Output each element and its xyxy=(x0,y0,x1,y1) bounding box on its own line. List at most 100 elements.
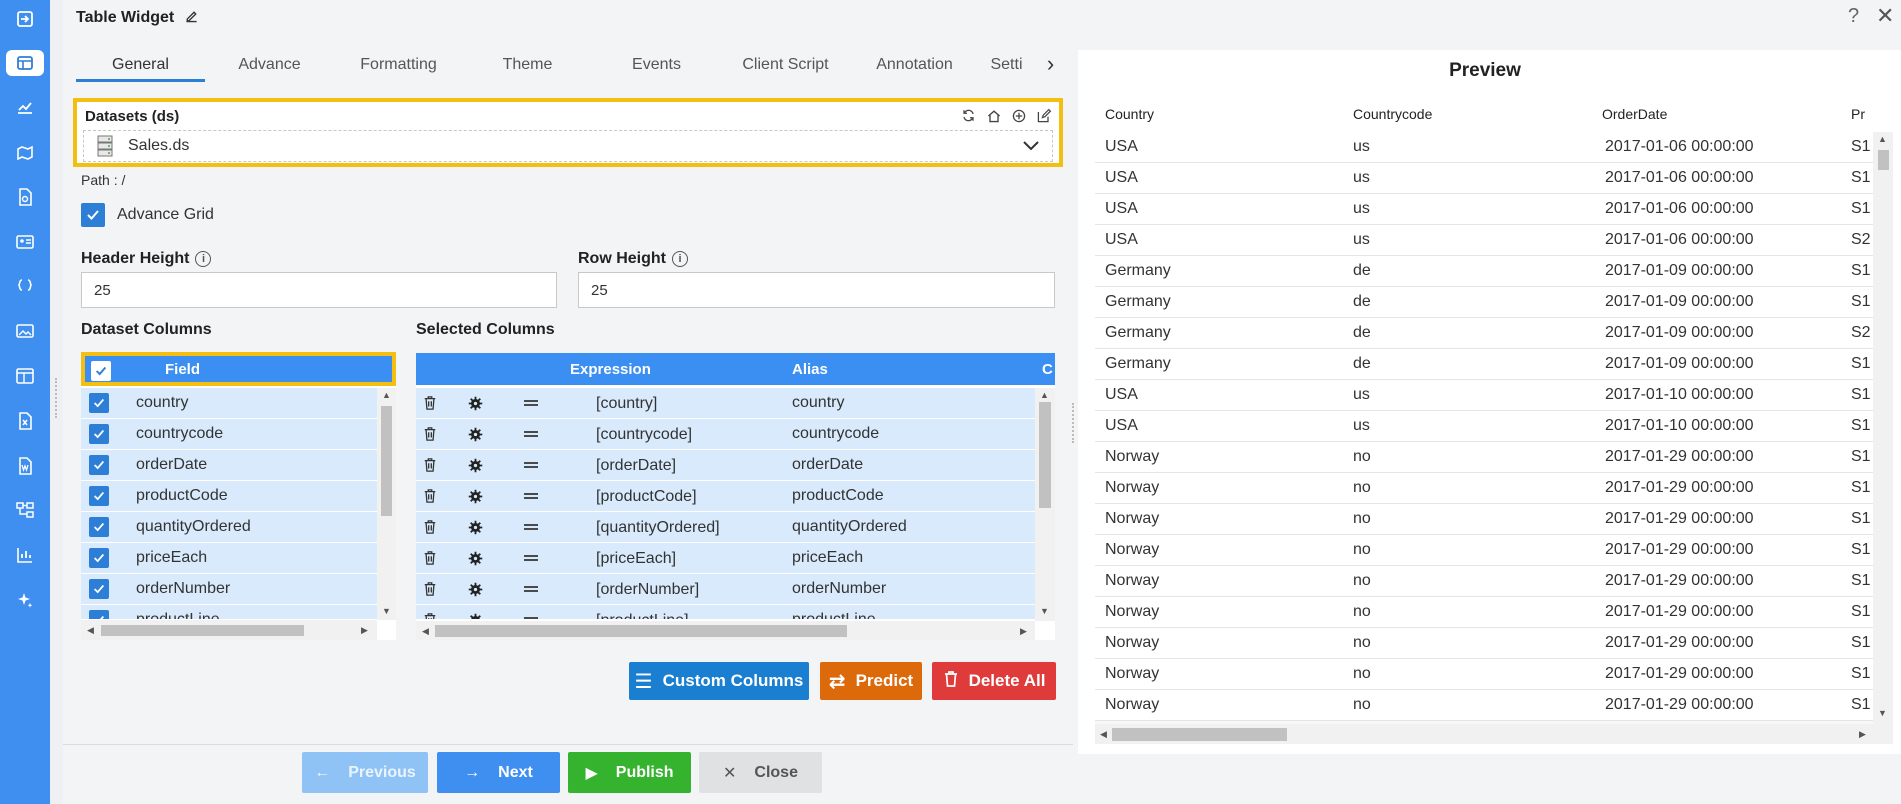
table-row[interactable]: Norway no 2017-01-29 00:00:00 S1 xyxy=(1095,566,1873,597)
scroll-right-icon[interactable]: ▶ xyxy=(1859,729,1866,740)
dataset-select[interactable]: Sales.ds xyxy=(83,130,1053,162)
list-item[interactable]: orderNumber xyxy=(81,574,377,605)
info-icon[interactable]: i xyxy=(672,251,688,267)
select-all-checkbox[interactable] xyxy=(91,361,111,381)
scroll-thumb[interactable] xyxy=(101,625,304,636)
home-icon[interactable] xyxy=(984,106,1003,125)
header-height-input[interactable] xyxy=(81,272,557,308)
table-widget-icon[interactable] xyxy=(6,50,44,76)
drag-handle-icon[interactable] xyxy=(522,487,540,505)
table-row[interactable]: Norway no 2017-01-29 00:00:00 S1 xyxy=(1095,597,1873,628)
scroll-left-icon[interactable]: ◀ xyxy=(87,625,94,636)
row-height-input[interactable] xyxy=(578,272,1055,308)
scroll-down-icon[interactable]: ▼ xyxy=(382,606,391,616)
table-row[interactable]: [countrycode] countrycode xyxy=(416,419,1035,450)
image-icon[interactable] xyxy=(9,318,41,344)
table-row[interactable]: USA us 2017-01-06 00:00:00 S2 xyxy=(1095,225,1873,256)
sign-in-icon[interactable] xyxy=(9,6,41,32)
list-item[interactable]: priceEach xyxy=(81,543,377,574)
list-item[interactable]: productCode xyxy=(81,481,377,512)
table-row[interactable]: USA us 2017-01-06 00:00:00 S1 xyxy=(1095,132,1873,163)
vertical-scrollbar[interactable]: ▲ ▼ xyxy=(1035,388,1055,621)
table-row[interactable]: [country] country xyxy=(416,388,1035,419)
table-row[interactable]: USA us 2017-01-06 00:00:00 S1 xyxy=(1095,194,1873,225)
table-row[interactable]: [productLine] productLine xyxy=(416,605,1035,620)
card-icon[interactable] xyxy=(9,229,41,255)
trash-icon[interactable] xyxy=(421,580,439,598)
list-item[interactable]: orderDate xyxy=(81,450,377,481)
trash-icon[interactable] xyxy=(421,518,439,536)
gear-icon[interactable] xyxy=(466,518,484,536)
table-row[interactable]: USA us 2017-01-10 00:00:00 S1 xyxy=(1095,380,1873,411)
drag-handle-icon[interactable] xyxy=(522,549,540,567)
trash-icon[interactable] xyxy=(421,549,439,567)
table-row[interactable]: Germany de 2017-01-09 00:00:00 S1 xyxy=(1095,256,1873,287)
ai-sparkle-icon[interactable] xyxy=(9,587,41,613)
chart-icon[interactable] xyxy=(9,94,41,120)
scroll-up-icon[interactable]: ▲ xyxy=(1040,390,1049,400)
scroll-left-icon[interactable]: ◀ xyxy=(1100,729,1107,740)
gear-icon[interactable] xyxy=(466,611,484,619)
table-row[interactable]: Norway no 2017-01-29 00:00:00 S1 xyxy=(1095,628,1873,659)
scroll-right-icon[interactable]: ▶ xyxy=(361,625,368,636)
tab-general[interactable]: General xyxy=(76,48,205,82)
script-icon[interactable] xyxy=(9,274,41,300)
row-checkbox[interactable] xyxy=(89,579,109,599)
table-row[interactable]: [productCode] productCode xyxy=(416,481,1035,512)
scroll-thumb[interactable] xyxy=(1878,150,1889,170)
close-icon[interactable]: ✕ xyxy=(1876,3,1894,29)
gear-icon[interactable] xyxy=(466,580,484,598)
scroll-thumb[interactable] xyxy=(381,406,392,516)
row-checkbox[interactable] xyxy=(89,610,109,619)
list-item[interactable]: productLine xyxy=(81,605,377,620)
dashboard-icon[interactable] xyxy=(9,363,41,389)
table-row[interactable]: Norway no 2017-01-29 00:00:00 S1 xyxy=(1095,535,1873,566)
scroll-thumb[interactable] xyxy=(1039,402,1051,508)
drag-handle-icon[interactable] xyxy=(522,394,540,412)
row-checkbox[interactable] xyxy=(89,548,109,568)
table-row[interactable]: [orderDate] orderDate xyxy=(416,450,1035,481)
analytics-icon[interactable] xyxy=(9,542,41,568)
map-icon[interactable] xyxy=(9,140,41,166)
scroll-right-icon[interactable]: ▶ xyxy=(1020,626,1027,637)
tab-annotation[interactable]: Annotation xyxy=(850,48,979,82)
table-row[interactable]: Germany de 2017-01-09 00:00:00 S1 xyxy=(1095,349,1873,380)
table-row[interactable]: [priceEach] priceEach xyxy=(416,543,1035,574)
table-row[interactable]: [quantityOrdered] quantityOrdered xyxy=(416,512,1035,543)
drag-handle-icon[interactable] xyxy=(522,518,540,536)
scroll-thumb[interactable] xyxy=(1112,728,1287,741)
tree-icon[interactable] xyxy=(9,497,41,523)
trash-icon[interactable] xyxy=(421,487,439,505)
edit-title-icon[interactable] xyxy=(183,8,200,29)
scroll-down-icon[interactable]: ▼ xyxy=(1040,606,1049,616)
previous-button[interactable]: ← Previous xyxy=(302,752,428,793)
scroll-down-icon[interactable]: ▼ xyxy=(1878,708,1887,718)
tab-theme[interactable]: Theme xyxy=(463,48,592,82)
gear-icon[interactable] xyxy=(466,549,484,567)
drag-handle-icon[interactable] xyxy=(522,611,540,619)
word-icon[interactable] xyxy=(9,453,41,479)
excel-icon[interactable] xyxy=(9,408,41,434)
report-icon[interactable] xyxy=(9,184,41,210)
table-row[interactable]: Norway no 2017-01-29 00:00:00 S1 xyxy=(1095,504,1873,535)
horizontal-scrollbar[interactable]: ◀ ▶ xyxy=(416,621,1035,640)
table-row[interactable]: Norway no 2017-01-29 00:00:00 S1 xyxy=(1095,442,1873,473)
add-icon[interactable] xyxy=(1009,106,1028,125)
scroll-left-icon[interactable]: ◀ xyxy=(422,626,429,637)
left-resize-handle[interactable] xyxy=(55,378,59,418)
tab-events[interactable]: Events xyxy=(592,48,721,82)
tab-settings[interactable]: Setti xyxy=(979,48,1034,82)
vertical-scrollbar[interactable]: ▲ ▼ xyxy=(377,388,396,620)
scroll-up-icon[interactable]: ▲ xyxy=(1878,134,1887,144)
info-icon[interactable]: i xyxy=(195,251,212,267)
preview-horizontal-scrollbar[interactable]: ◀ ▶ xyxy=(1095,724,1893,744)
trash-icon[interactable] xyxy=(421,425,439,443)
gear-icon[interactable] xyxy=(466,394,484,412)
next-button[interactable]: → Next xyxy=(437,752,560,793)
tab-client-script[interactable]: Client Script xyxy=(721,48,850,82)
tab-scroll-right-icon[interactable]: › xyxy=(1038,46,1063,82)
tab-formatting[interactable]: Formatting xyxy=(334,48,463,82)
drag-handle-icon[interactable] xyxy=(522,456,540,474)
gear-icon[interactable] xyxy=(466,456,484,474)
row-checkbox[interactable] xyxy=(89,424,109,444)
